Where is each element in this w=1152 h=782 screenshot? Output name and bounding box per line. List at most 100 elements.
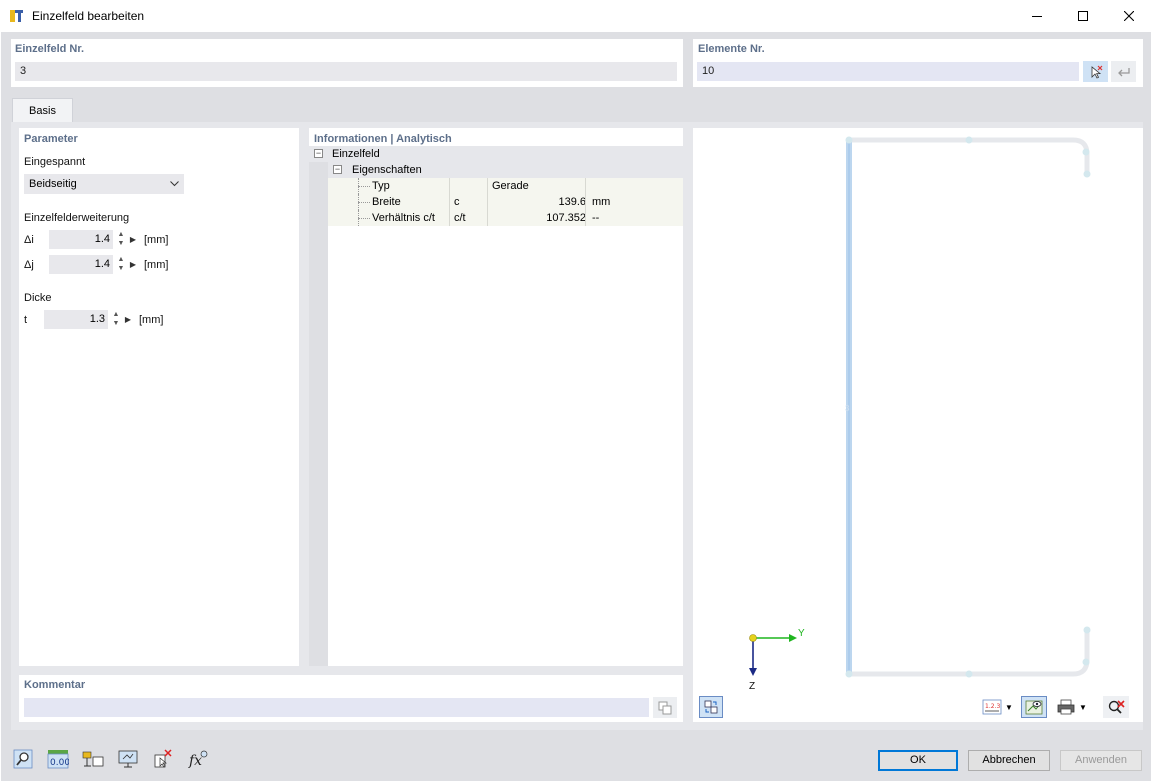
numbering-icon: 1.2.3 (982, 699, 1002, 715)
info-table-row[interactable]: Breite c 139.6 mm (328, 194, 683, 210)
rotate-view-icon (704, 700, 718, 714)
delta-i-input[interactable]: 1.4 (49, 230, 113, 249)
axis-y-label: Y (798, 628, 805, 639)
tree-group-row[interactable]: − Eigenschaften (328, 162, 683, 178)
chevron-down-icon (170, 181, 179, 187)
info-unit-cell: -- (592, 212, 600, 224)
search-icon (13, 749, 33, 769)
info-name-cell: Typ (372, 180, 390, 192)
section-preview (749, 136, 1091, 678)
svg-text:0.00: 0.00 (50, 758, 69, 768)
tree-guide (358, 218, 370, 219)
print-dropdown[interactable]: ▼ (1077, 696, 1089, 718)
info-value-cell: 107.352 (546, 212, 586, 224)
decimal-places-button[interactable]: 0.00 (45, 747, 71, 771)
delta-i-unit: [mm] (144, 234, 169, 246)
tab-basis[interactable]: Basis (12, 98, 73, 122)
tree-root-row[interactable]: − Einzelfeld (309, 146, 683, 162)
clamped-value: Beidseitig (29, 178, 77, 190)
clamped-select[interactable]: Beidseitig (24, 174, 184, 194)
magnifier-reset-icon (1108, 700, 1125, 714)
column-separator (585, 210, 586, 226)
info-unit-cell: mm (592, 196, 611, 208)
undo-pick-button[interactable] (1111, 61, 1136, 82)
parameter-panel: Parameter Eingespannt Beidseitig Einzelf… (19, 128, 299, 666)
parameter-title: Parameter (24, 133, 78, 145)
maximize-icon (1078, 11, 1088, 21)
delta-j-input[interactable]: 1.4 (49, 255, 113, 274)
transfer-view-button[interactable] (699, 696, 723, 718)
close-button[interactable] (1106, 0, 1152, 32)
info-table-row[interactable]: Typ Gerade (328, 178, 683, 194)
panel-elements-number: Elemente Nr. 10 (693, 39, 1143, 87)
cancel-button[interactable]: Abbrechen (968, 750, 1050, 771)
display-properties-button[interactable] (1021, 696, 1047, 718)
close-icon (1124, 11, 1134, 21)
reset-view-button[interactable] (1103, 696, 1129, 718)
numbering-button[interactable]: 1.2.3 (981, 696, 1003, 718)
formula-icon: fx (188, 750, 208, 769)
t-label: t (24, 314, 28, 326)
delta-j-spinner[interactable]: ▲ ▼ (115, 255, 127, 274)
delta-i-label: Δi (24, 234, 34, 246)
info-name-cell: Verhältnis c/t (372, 212, 435, 224)
tree-guide (358, 202, 370, 203)
clamped-label: Eingespannt (24, 156, 86, 168)
thickness-label: Dicke (24, 292, 52, 304)
ok-button[interactable]: OK (878, 750, 958, 771)
svg-text:1.2.3: 1.2.3 (985, 703, 1000, 710)
tree-guide (358, 210, 359, 226)
info-table-row[interactable]: Verhältnis c/t c/t 107.352 -- (328, 210, 683, 226)
panel-number-label: Einzelfeld Nr. (15, 43, 85, 55)
t-spinner[interactable]: ▲ ▼ (110, 310, 122, 329)
comment-panel: Kommentar (19, 675, 683, 722)
maximize-button[interactable] (1060, 0, 1106, 32)
info-value-cell: Gerade (492, 180, 529, 192)
svg-text:fx: fx (188, 753, 202, 769)
collapse-icon[interactable]: − (314, 149, 323, 158)
comment-library-button[interactable] (653, 697, 677, 718)
monitor-icon (118, 750, 138, 768)
display-settings-button[interactable] (80, 747, 106, 771)
numbering-dropdown[interactable]: ▼ (1003, 696, 1015, 718)
info-name-cell: Breite (372, 196, 401, 208)
copy-icon (658, 701, 672, 714)
column-separator (487, 210, 488, 226)
tree-guide (358, 178, 359, 194)
column-separator (585, 178, 586, 194)
tree-root-label: Einzelfeld (332, 148, 380, 160)
t-menu-arrow[interactable]: ▶ (123, 310, 133, 329)
pick-element-button[interactable] (1083, 61, 1108, 82)
display-settings-icon (82, 751, 104, 767)
dialog-body: Einzelfeld Nr. 3 Elemente Nr. 10 Basis P… (1, 32, 1151, 781)
info-symbol-cell: c (454, 196, 460, 208)
elements-number-field[interactable]: 10 (697, 62, 1079, 81)
delta-i-spinner[interactable]: ▲ ▼ (115, 230, 127, 249)
title-bar: Einzelfeld bearbeiten (0, 0, 1152, 32)
pick-cursor-icon (1091, 65, 1102, 79)
comment-input[interactable] (24, 698, 649, 717)
panel-panel-number: Einzelfeld Nr. 3 (11, 39, 683, 87)
view-button[interactable] (115, 747, 141, 771)
info-symbol-cell (454, 178, 488, 194)
delete-select-icon (154, 749, 172, 768)
preview-panel: Y Z 3 1.2.3 ▼ ▼ (693, 128, 1143, 722)
minimize-icon (1032, 16, 1042, 17)
eye-display-icon (1025, 700, 1043, 715)
search-button[interactable] (10, 747, 36, 771)
panel-number-field[interactable]: 3 (15, 62, 677, 81)
minimize-button[interactable] (1014, 0, 1060, 32)
delta-j-menu-arrow[interactable]: ▶ (128, 255, 138, 274)
delete-selection-button[interactable] (150, 747, 176, 771)
info-unit-cell (592, 178, 632, 194)
column-separator (585, 194, 586, 210)
member-label: 3 (845, 404, 850, 413)
formula-button[interactable]: fx (185, 747, 211, 771)
print-button[interactable] (1055, 696, 1077, 718)
column-separator (449, 194, 450, 210)
t-input[interactable]: 1.3 (44, 310, 108, 329)
collapse-icon[interactable]: − (333, 165, 342, 174)
comment-label: Kommentar (24, 679, 86, 691)
delta-i-menu-arrow[interactable]: ▶ (128, 230, 138, 249)
apply-button[interactable]: Anwenden (1060, 750, 1142, 771)
